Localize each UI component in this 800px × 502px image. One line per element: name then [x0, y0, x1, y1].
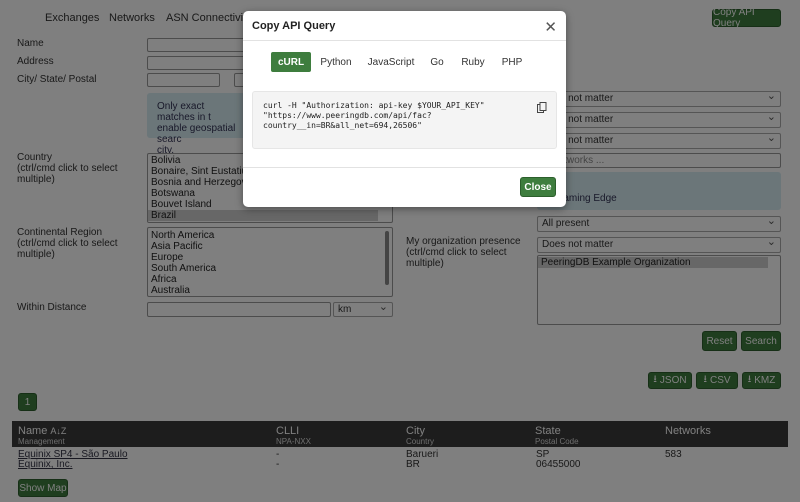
- close-icon[interactable]: ✕: [544, 18, 557, 36]
- code-line-3: country__in=BR&all_net=694,26506": [263, 121, 422, 130]
- code-text[interactable]: curl -H "Authorization: api-key $YOUR_AP…: [263, 101, 485, 131]
- code-block: curl -H "Authorization: api-key $YOUR_AP…: [252, 91, 557, 149]
- tab-ruby[interactable]: Ruby: [459, 52, 487, 72]
- copy-icon[interactable]: [537, 102, 547, 114]
- copy-api-query-modal: Copy API Query ✕ cURL Python JavaScript …: [243, 11, 566, 207]
- close-button[interactable]: Close: [520, 177, 556, 197]
- code-line-2: "https://www.peeringdb.com/api/fac?: [263, 111, 432, 120]
- tab-python[interactable]: Python: [317, 52, 355, 72]
- modal-footer-divider: [243, 167, 566, 168]
- tab-go[interactable]: Go: [427, 52, 447, 72]
- modal-title: Copy API Query: [252, 20, 336, 32]
- tab-curl[interactable]: cURL: [271, 52, 311, 72]
- code-line-1: curl -H "Authorization: api-key $YOUR_AP…: [263, 101, 485, 110]
- modal-header-divider: [243, 40, 566, 41]
- tab-javascript[interactable]: JavaScript: [365, 52, 417, 72]
- tab-php[interactable]: PHP: [499, 52, 525, 72]
